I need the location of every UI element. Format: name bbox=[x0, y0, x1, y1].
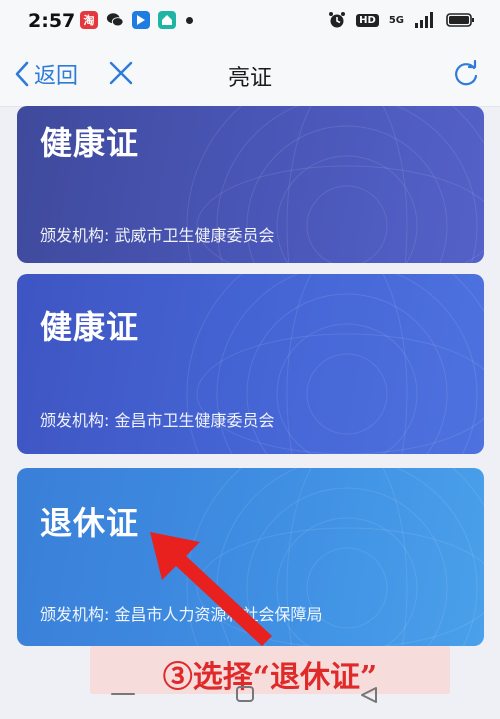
card-issuer: 颁发机构: 武威市卫生健康委员会 bbox=[40, 226, 275, 245]
status-time: 2:57 bbox=[28, 10, 76, 32]
home-icon[interactable] bbox=[236, 686, 254, 702]
taobao-icon: 淘 bbox=[80, 11, 98, 29]
certificate-card-retirement[interactable]: 退休证 颁发机构: 金昌市人力资源和社会保障局 bbox=[17, 468, 484, 646]
back-triangle-icon[interactable] bbox=[361, 687, 377, 703]
refresh-icon bbox=[455, 59, 478, 86]
battery-icon bbox=[446, 13, 474, 27]
app-icon-teal bbox=[158, 11, 176, 29]
app-icon-blue bbox=[132, 11, 150, 29]
notification-icons: 淘 bbox=[80, 11, 193, 29]
refresh-button[interactable] bbox=[452, 59, 480, 92]
status-bar: 2:57 淘 HD 5G bbox=[0, 0, 500, 44]
alarm-icon bbox=[329, 12, 346, 28]
more-notifications-dot bbox=[186, 16, 193, 24]
network-label: 5G bbox=[388, 14, 404, 26]
page-title: 亮证 bbox=[227, 66, 272, 91]
card-title: 健康证 bbox=[40, 124, 140, 162]
system-navigation-bar bbox=[111, 686, 377, 703]
card-title: 健康证 bbox=[40, 308, 140, 346]
status-indicators: HD 5G bbox=[328, 11, 476, 29]
certificate-card-health-jinchang[interactable]: 健康证 颁发机构: 金昌市卫生健康委员会 bbox=[17, 274, 484, 454]
card-issuer: 颁发机构: 金昌市人力资源和社会保障局 bbox=[40, 605, 323, 624]
certificate-card-health-wuwei[interactable]: 健康证 颁发机构: 武威市卫生健康委员会 bbox=[17, 106, 484, 263]
wechat-icon bbox=[106, 11, 124, 29]
navigation-bar: 返回 亮证 bbox=[0, 44, 500, 107]
card-issuer: 颁发机构: 金昌市卫生健康委员会 bbox=[40, 411, 275, 430]
card-title: 退休证 bbox=[40, 504, 140, 542]
hd-badge: HD bbox=[356, 13, 379, 27]
signal-icon bbox=[415, 12, 433, 28]
